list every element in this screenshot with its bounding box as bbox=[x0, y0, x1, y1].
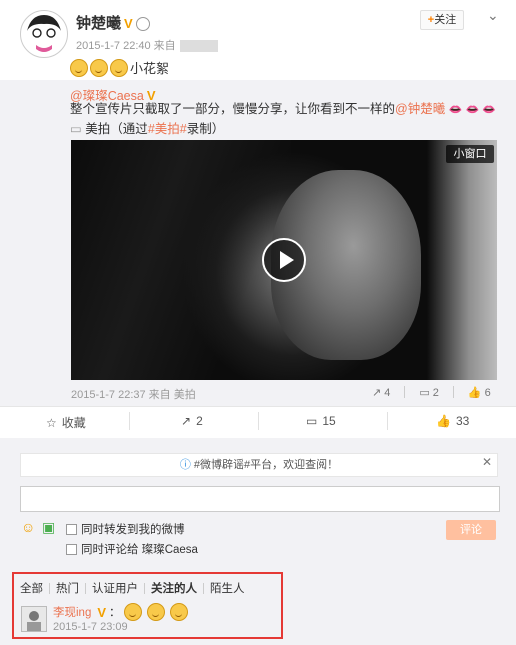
verified-icon: V bbox=[124, 16, 133, 31]
filter-tab-verified[interactable]: 认证用户 bbox=[92, 580, 138, 596]
emoji-icon bbox=[169, 603, 188, 621]
repost-share-button[interactable]: ↗ 4 bbox=[372, 386, 390, 400]
hashtag-link[interactable]: #美拍# bbox=[148, 122, 187, 136]
repost-meta[interactable]: 2015-1-7 22:37 来自 美拍 bbox=[71, 386, 196, 402]
repost-checkbox-row[interactable]: 同时转发到我的微博 bbox=[66, 521, 185, 537]
post-text: 小花絮 bbox=[70, 58, 169, 77]
verified-icon: V bbox=[97, 604, 107, 620]
repost-checkbox[interactable] bbox=[66, 523, 77, 535]
author-name[interactable]: 钟楚曦 V bbox=[76, 12, 150, 33]
comment-to-checkbox[interactable] bbox=[66, 543, 77, 555]
share-icon: ↗ bbox=[181, 414, 192, 428]
video-icon: ▭ bbox=[70, 122, 82, 136]
lips-emoji-icon: 👄 👄 👄 bbox=[448, 104, 496, 116]
submit-comment-button[interactable]: 评论 bbox=[446, 520, 496, 540]
filter-tab-all[interactable]: 全部 bbox=[20, 580, 43, 596]
image-upload-icon[interactable]: ▣ bbox=[42, 519, 55, 536]
play-icon[interactable] bbox=[262, 238, 306, 282]
post-timestamp[interactable]: 2015-1-7 22:40 来自 bbox=[76, 37, 218, 53]
emoji-icon bbox=[146, 603, 165, 621]
thumb-up-icon: 👍 bbox=[436, 414, 451, 428]
filter-tab-following[interactable]: 关注的人 bbox=[151, 580, 197, 596]
emoji-icon bbox=[123, 603, 142, 621]
repost-button[interactable]: ↗ 2 bbox=[181, 414, 203, 428]
comment-icon: ▭ bbox=[419, 387, 430, 399]
star-icon: ☆ bbox=[46, 415, 57, 430]
emoji-icon bbox=[70, 58, 88, 77]
like-button[interactable]: 👍 33 bbox=[436, 414, 469, 428]
emoji-icon bbox=[110, 58, 128, 77]
close-icon[interactable]: ✕ bbox=[482, 455, 492, 469]
comment-to-checkbox-row[interactable]: 同时评论给 璨璨Caesa bbox=[66, 541, 198, 557]
repost-text: 整个宣传片只截取了一部分，慢慢分享，让你看到不一样的@钟楚曦 👄 👄 👄 ▭ 美… bbox=[70, 102, 496, 136]
filter-tab-strangers[interactable]: 陌生人 bbox=[210, 580, 245, 596]
repost-like-button[interactable]: 👍 6 bbox=[467, 386, 491, 400]
repost-actions: ↗ 4 ▭ 2 👍 6 bbox=[372, 386, 491, 399]
commenter-name[interactable]: 李现ing V ： bbox=[53, 603, 190, 621]
mention-link[interactable]: @钟楚曦 bbox=[395, 102, 445, 116]
member-icon bbox=[135, 17, 150, 32]
emoji-picker-icon[interactable]: ☺ bbox=[21, 519, 35, 535]
author-avatar[interactable] bbox=[20, 10, 68, 58]
thumb-up-icon: 👍 bbox=[467, 387, 482, 399]
info-icon: ⓘ bbox=[179, 459, 191, 471]
comment-icon: ▭ bbox=[306, 414, 318, 428]
comment-filter-tabs: 全部 热门 认证用户 关注的人 陌生人 bbox=[20, 580, 245, 596]
blurred-source bbox=[179, 40, 218, 53]
repost-comment-button[interactable]: ▭ 2 bbox=[419, 386, 439, 400]
notice-banner[interactable]: ⓘ #微博辟谣#平台，欢迎查阅！ bbox=[20, 453, 498, 477]
emoji-icon bbox=[90, 58, 108, 77]
commenter-avatar[interactable] bbox=[21, 606, 47, 632]
chevron-down-icon[interactable]: ⌄ bbox=[487, 7, 499, 24]
comment-button[interactable]: ▭ 15 bbox=[306, 414, 336, 428]
comment-input[interactable] bbox=[20, 486, 500, 512]
share-icon: ↗ bbox=[372, 387, 382, 399]
follow-button[interactable]: +关注 bbox=[420, 10, 464, 30]
favorite-button[interactable]: ☆ 收藏 bbox=[46, 414, 86, 431]
comment-timestamp: 2015-1-7 23:09 bbox=[53, 621, 128, 633]
filter-tab-hot[interactable]: 热门 bbox=[56, 580, 79, 596]
mini-window-button[interactable]: 小窗口 bbox=[446, 145, 494, 163]
